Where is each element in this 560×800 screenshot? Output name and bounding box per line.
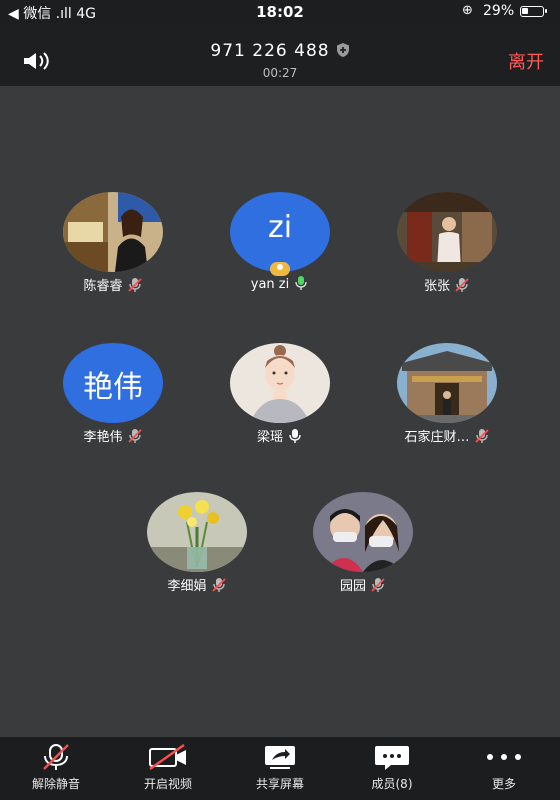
unmute-button[interactable]: 解除静音 <box>0 737 112 800</box>
meeting-id[interactable]: 971 226 488 <box>0 41 560 63</box>
battery-icon <box>520 6 547 17</box>
participant-name-row: 李细娟 <box>127 575 267 597</box>
participant-name: 李艳伟 <box>83 430 123 445</box>
participant-name-row: 园园 <box>293 575 433 597</box>
participant-tile[interactable]: 陈睿睿 <box>43 192 183 297</box>
avatar <box>230 343 330 423</box>
host-icon <box>270 262 290 276</box>
avatar-initials: 艳伟 <box>83 370 143 405</box>
video-off-icon <box>112 743 224 770</box>
mic-muted-icon <box>127 277 143 297</box>
more-icon <box>448 743 560 769</box>
participant-tile[interactable]: zi yan zi <box>210 192 350 295</box>
mic-active-icon <box>293 275 309 295</box>
participant-name: yan zi <box>250 277 290 292</box>
members-label: 成员(8) <box>371 777 413 791</box>
more-button[interactable]: 更多 <box>448 737 560 800</box>
battery-percent: 29% <box>483 3 515 19</box>
meeting-id-text: 971 226 488 <box>210 41 330 61</box>
avatar <box>397 343 497 423</box>
status-time: 18:02 <box>256 3 304 21</box>
participant-name: 园园 <box>339 579 366 594</box>
mic-muted-icon <box>127 428 143 448</box>
chat-bubble-icon <box>336 743 448 770</box>
status-bar: ◀ 微信 .ıll 4G 18:02 ⊕ 29% <box>0 0 560 24</box>
avatar: zi <box>230 192 330 272</box>
participant-tile[interactable]: 梁瑶 <box>210 343 350 448</box>
participant-name-row: yan zi <box>210 275 350 295</box>
share-screen-label: 共享屏幕 <box>255 777 304 791</box>
participant-tile[interactable]: 艳伟 李艳伟 <box>43 343 183 448</box>
participant-tile[interactable]: 李细娟 <box>127 492 267 597</box>
leave-button[interactable]: 离开 <box>508 48 544 74</box>
avatar: 艳伟 <box>63 343 163 423</box>
mic-muted-icon <box>474 428 490 448</box>
meeting-timer: 00:27 <box>262 66 298 80</box>
meeting-header: 971 226 488 00:27 离开 <box>0 24 560 86</box>
participant-name: 陈睿睿 <box>83 279 123 294</box>
mic-icon <box>287 428 303 448</box>
start-video-button[interactable]: 开启视频 <box>112 737 224 800</box>
participant-tile[interactable]: 石家庄财… <box>377 343 517 448</box>
avatar <box>397 192 497 272</box>
participant-tile[interactable]: 园园 <box>293 492 433 597</box>
avatar-initials: zi <box>267 210 293 245</box>
mic-muted-icon <box>0 743 112 770</box>
participant-name-row: 张张 <box>377 275 517 297</box>
participant-name: 梁瑶 <box>256 430 283 445</box>
avatar <box>147 492 247 572</box>
share-screen-icon <box>224 743 336 769</box>
avatar <box>63 192 163 272</box>
participant-name: 李细娟 <box>167 579 207 594</box>
participant-name-row: 陈睿睿 <box>43 275 183 297</box>
meeting-toolbar: 解除静音 开启视频 共享屏幕 成员(8) 更多 <box>0 737 560 800</box>
share-screen-button[interactable]: 共享屏幕 <box>224 737 336 800</box>
participant-name-row: 李艳伟 <box>43 426 183 448</box>
participant-name: 张张 <box>423 279 450 294</box>
unmute-label: 解除静音 <box>31 777 80 791</box>
more-label: 更多 <box>491 777 516 791</box>
start-video-label: 开启视频 <box>143 777 192 791</box>
orientation-lock-icon: ⊕ <box>462 3 473 18</box>
members-button[interactable]: 成员(8) <box>336 737 448 800</box>
avatar <box>313 492 413 572</box>
mic-muted-icon <box>211 577 227 597</box>
mic-muted-icon <box>370 577 386 597</box>
mic-muted-icon <box>454 277 470 297</box>
participant-name-row: 梁瑶 <box>210 426 350 448</box>
shield-icon <box>336 42 350 63</box>
participant-tile[interactable]: 张张 <box>377 192 517 297</box>
participant-name-row: 石家庄财… <box>377 426 517 448</box>
participant-name: 石家庄财… <box>404 430 470 445</box>
